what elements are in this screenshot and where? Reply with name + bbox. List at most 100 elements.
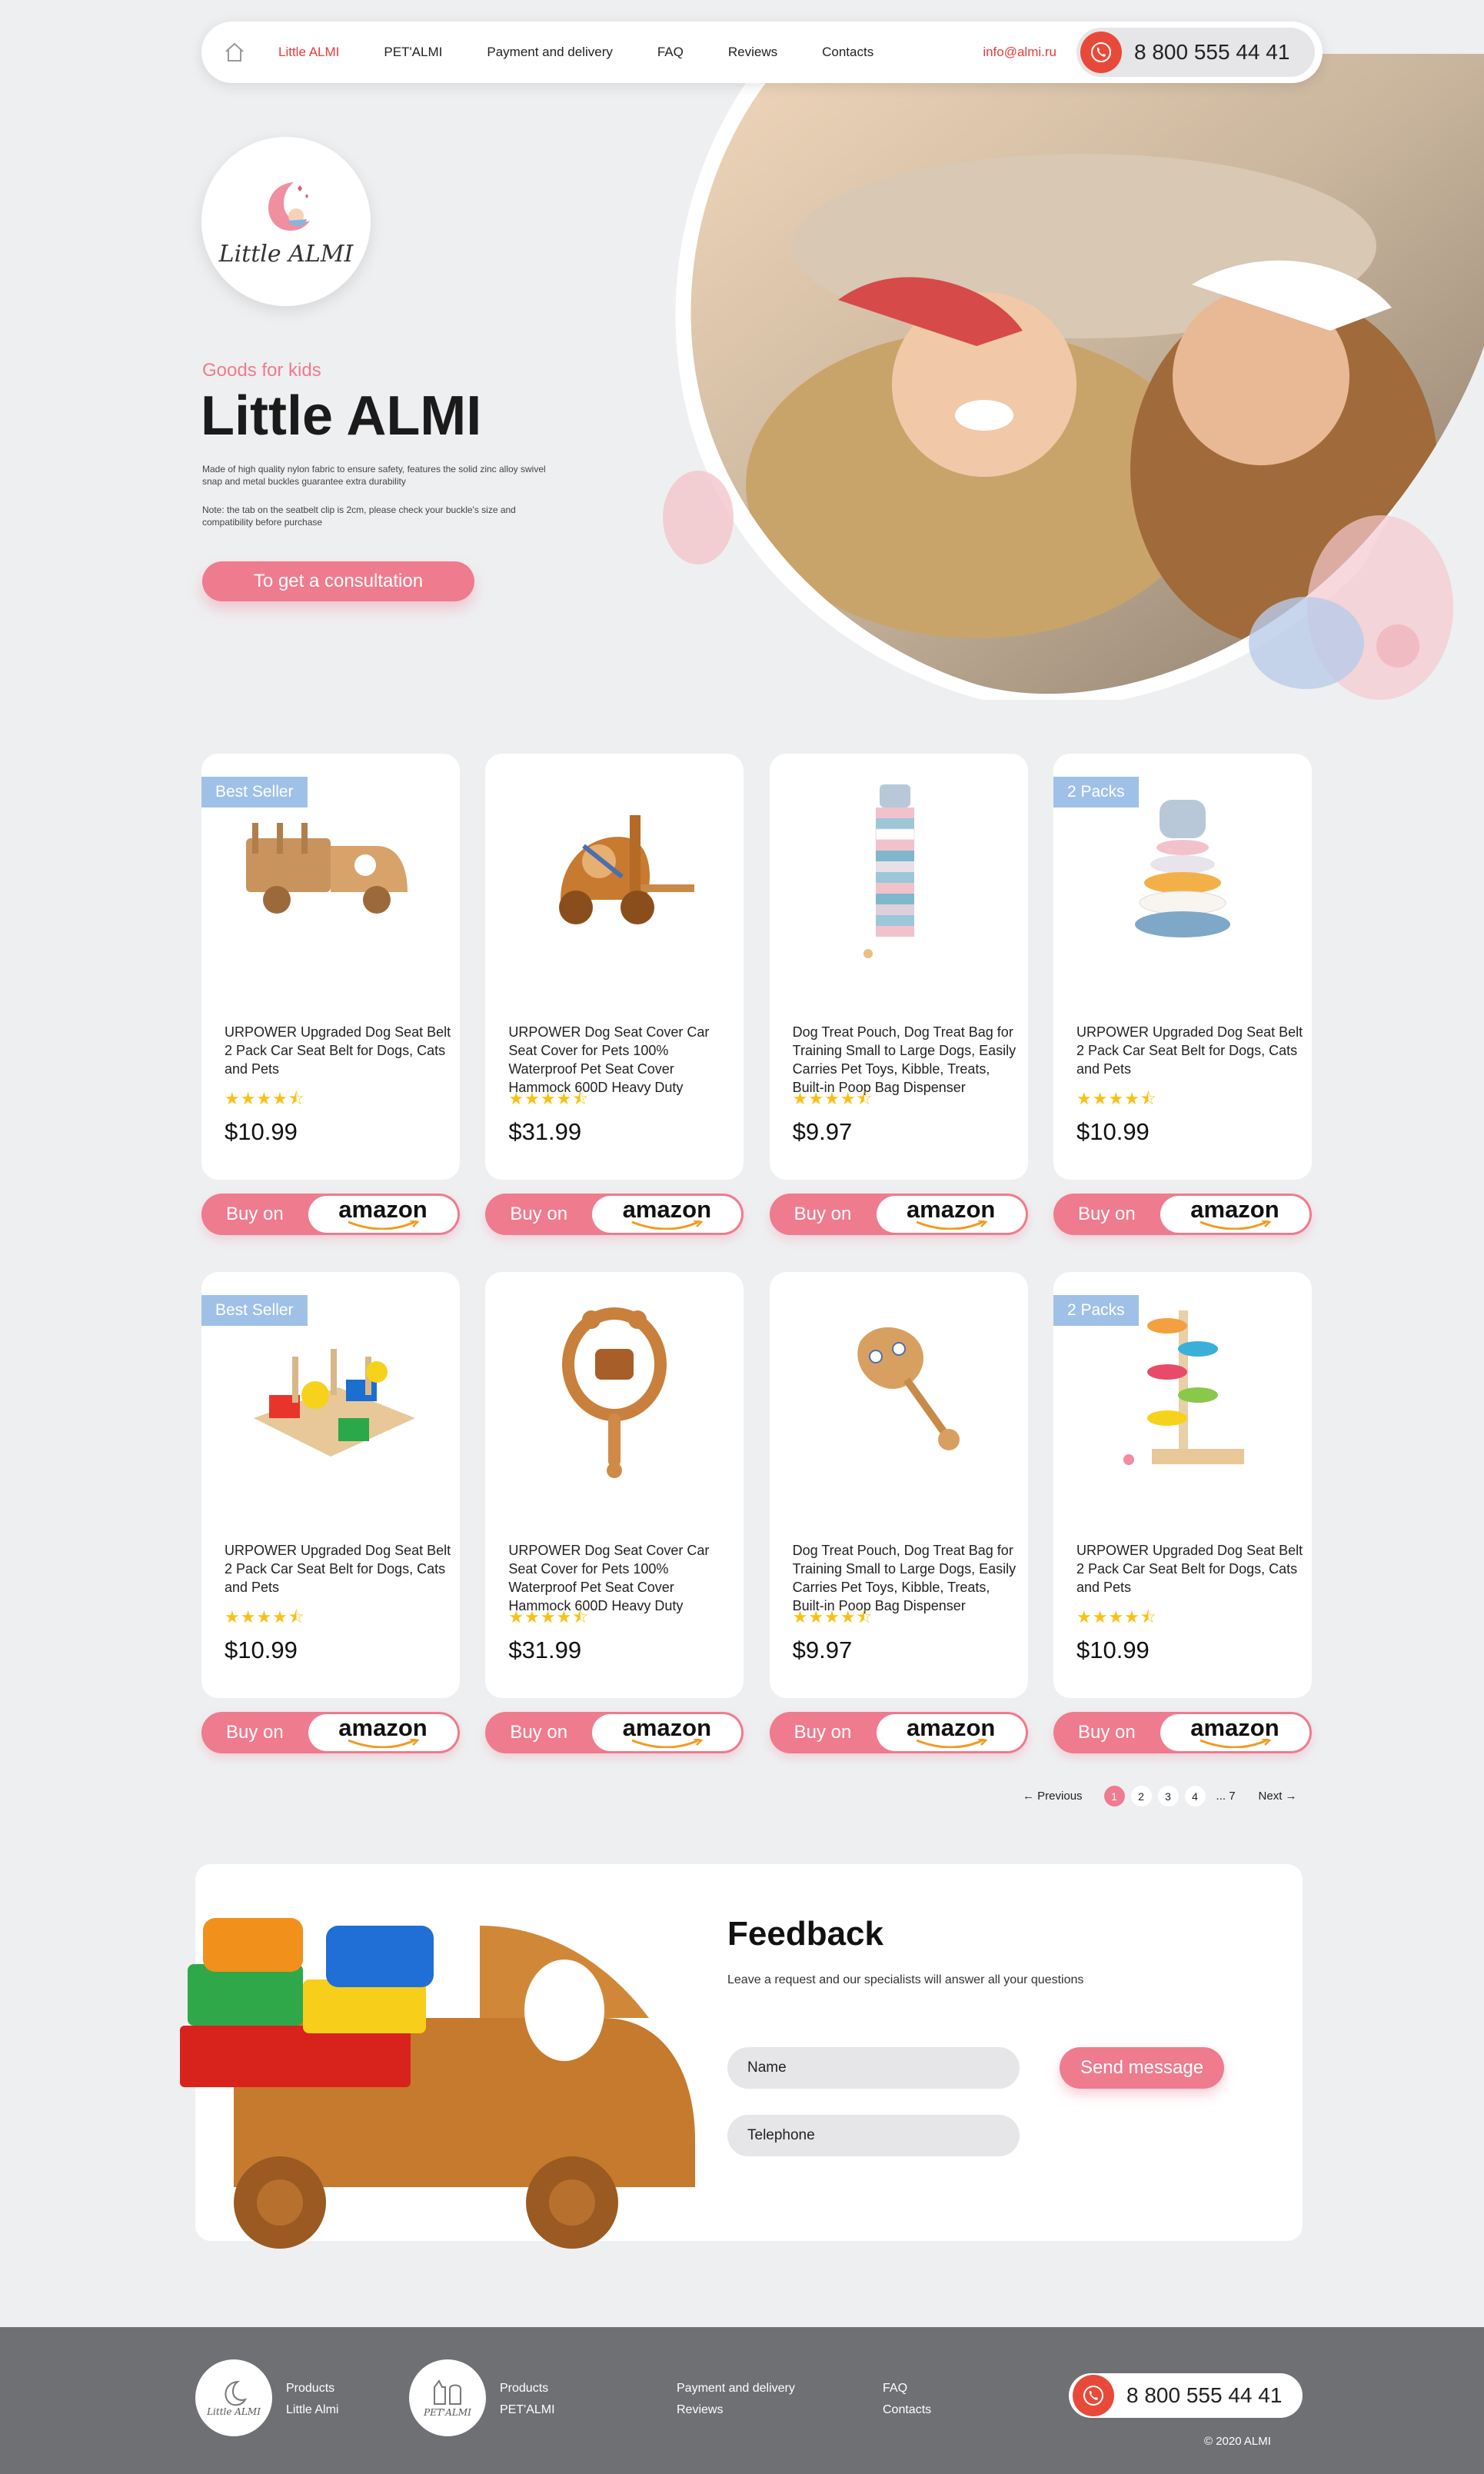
hero-subtitle: Goods for kids (202, 360, 321, 381)
product-column: URPOWER Dog Seat Cover Car Seat Cover fo… (485, 754, 744, 1235)
nav-links: Little ALMI PET'ALMI Payment and deliver… (278, 45, 918, 60)
amazon-smile-icon (916, 1220, 988, 1230)
name-input[interactable] (727, 2047, 1020, 2089)
footer-col-info: Payment and delivery Reviews (677, 2378, 795, 2421)
footer-link[interactable]: Payment and delivery (677, 2378, 795, 2399)
nav-link-little-almi[interactable]: Little ALMI (278, 45, 339, 60)
product-title[interactable]: URPOWER Upgraded Dog Seat Belt 2 Pack Ca… (1076, 1023, 1303, 1078)
amazon-smile-icon (631, 1739, 704, 1748)
pagination: ← Previous 1 2 3 4 ... 7 Next → (1023, 1786, 1297, 1806)
product-price: $31.99 (508, 1118, 582, 1145)
footer-link[interactable]: Contacts (883, 2399, 931, 2421)
moon-baby-icon (268, 181, 310, 231)
product-title[interactable]: URPOWER Upgraded Dog Seat Belt 2 Pack Ca… (225, 1023, 451, 1078)
footer-logo-petalmi-text: PET'ALMI (424, 2407, 471, 2418)
footer: Little ALMI Products Little Almi PET'ALM… (0, 2327, 1484, 2474)
phone-icon (1080, 32, 1122, 73)
product-card[interactable]: 2 Packs URPOWER Upgraded Dog Seat Belt 2… (1053, 1272, 1312, 1698)
pagination-previous-label: Previous (1037, 1790, 1083, 1803)
nav-link-payment[interactable]: Payment and delivery (487, 45, 612, 60)
buy-on-amazon-button[interactable]: Buy on amazon (769, 1194, 1028, 1235)
buy-on-amazon-button[interactable]: Buy on amazon (485, 1194, 744, 1235)
consultation-button[interactable]: To get a consultation (202, 561, 474, 601)
product-badge: Best Seller (201, 777, 308, 807)
product-grid: Best Seller URPOWER Upgraded Dog Seat Be… (201, 754, 1312, 1790)
nav-link-petalmi[interactable]: PET'ALMI (384, 45, 442, 60)
footer-link[interactable]: FAQ (883, 2378, 931, 2399)
product-card[interactable]: URPOWER Dog Seat Cover Car Seat Cover fo… (485, 1272, 744, 1698)
buy-label: Buy on (1077, 1204, 1136, 1224)
page-3[interactable]: 3 (1157, 1786, 1179, 1806)
amazon-smile-icon (916, 1739, 988, 1748)
product-card[interactable]: Best Seller URPOWER Upgraded Dog Seat Be… (201, 1272, 460, 1698)
amazon-smile-icon (1200, 1220, 1272, 1230)
nav-link-contacts[interactable]: Contacts (822, 45, 873, 60)
telephone-input[interactable] (727, 2115, 1020, 2156)
amazon-logo: amazon (1160, 1196, 1309, 1233)
footer-logo-little-almi[interactable]: Little ALMI (195, 2359, 272, 2436)
cat-dog-icon (434, 2379, 461, 2405)
page-1[interactable]: 1 (1103, 1786, 1125, 1806)
buy-on-amazon-button[interactable]: Buy on amazon (201, 1194, 460, 1235)
product-card[interactable]: 2 Packs URPOWER Upgraded Dog Seat Belt 2… (1053, 754, 1312, 1180)
pagination-next[interactable]: Next → (1259, 1790, 1297, 1803)
footer-col-little-almi: Products Little Almi (286, 2378, 338, 2421)
buy-label: Buy on (226, 1204, 284, 1224)
page-2[interactable]: 2 (1130, 1786, 1152, 1806)
home-icon[interactable] (221, 39, 248, 65)
footer-logo-petalmi[interactable]: PET'ALMI (409, 2359, 486, 2436)
footer-link[interactable]: Little Almi (286, 2399, 338, 2421)
buy-on-amazon-button[interactable]: Buy on amazon (1053, 1194, 1312, 1235)
hero-logo-text: Little ALMI (218, 240, 354, 268)
product-card[interactable]: Best Seller URPOWER Upgraded Dog Seat Be… (201, 754, 460, 1180)
nav-phone[interactable]: 8 800 555 44 41 (1076, 28, 1315, 77)
footer-link[interactable]: PET'ALMI (500, 2399, 555, 2421)
product-card[interactable]: Dog Treat Pouch, Dog Treat Bag for Train… (769, 754, 1028, 1180)
footer-link[interactable]: Reviews (677, 2399, 795, 2421)
send-message-button[interactable]: Send message (1060, 2047, 1224, 2089)
buy-on-amazon-button[interactable]: Buy on amazon (1053, 1712, 1312, 1753)
nav-link-reviews[interactable]: Reviews (728, 45, 777, 60)
product-card[interactable]: Dog Treat Pouch, Dog Treat Bag for Train… (769, 1272, 1028, 1698)
marble-tree-image (1123, 1310, 1244, 1465)
footer-phone-number: 8 800 555 44 41 (1126, 2383, 1283, 2407)
product-column: URPOWER Dog Seat Cover Car Seat Cover fo… (485, 1272, 744, 1753)
nav-link-faq[interactable]: FAQ (657, 45, 684, 60)
amazon-logo-text: amazon (1190, 1714, 1279, 1741)
product-title[interactable]: URPOWER Upgraded Dog Seat Belt 2 Pack Ca… (1076, 1541, 1303, 1597)
amazon-smile-icon (1200, 1739, 1272, 1748)
page-last[interactable]: ... 7 (1216, 1790, 1236, 1803)
top-nav: Little ALMI PET'ALMI Payment and deliver… (201, 22, 1323, 83)
product-price: $31.99 (508, 1637, 582, 1663)
footer-link[interactable]: Products (500, 2378, 555, 2399)
buy-on-amazon-button[interactable]: Buy on amazon (485, 1712, 744, 1753)
product-badge: Best Seller (201, 1295, 308, 1326)
star-rating: ★★★★⯪ (508, 1089, 590, 1108)
amazon-logo-text: amazon (906, 1714, 996, 1741)
amazon-logo: amazon (876, 1714, 1026, 1751)
product-price: $10.99 (225, 1118, 298, 1145)
amazon-smile-icon (631, 1220, 704, 1230)
footer-link[interactable]: Products (286, 2378, 338, 2399)
buy-on-amazon-button[interactable]: Buy on amazon (201, 1712, 460, 1753)
buy-on-amazon-button[interactable]: Buy on amazon (769, 1712, 1028, 1753)
amazon-logo: amazon (308, 1714, 458, 1751)
product-title[interactable]: URPOWER Upgraded Dog Seat Belt 2 Pack Ca… (225, 1541, 451, 1597)
page-4[interactable]: 4 (1184, 1786, 1206, 1806)
star-rating: ★★★★⯪ (1076, 1089, 1157, 1108)
hero-description: Made of high quality nylon fabric to ens… (202, 464, 546, 487)
bear-rattle-image (562, 1307, 667, 1478)
footer-phone[interactable]: 8 800 555 44 41 (1069, 2373, 1303, 2418)
amazon-logo: amazon (1160, 1714, 1309, 1751)
pagination-next-label: Next (1258, 1790, 1283, 1803)
hero-note: Note: the tab on the seatbelt clip is 2c… (202, 504, 516, 528)
product-card[interactable]: URPOWER Dog Seat Cover Car Seat Cover fo… (485, 754, 744, 1180)
feedback-section: Feedback Leave a request and our special… (180, 1864, 1303, 2249)
buy-label: Buy on (226, 1722, 284, 1743)
pagination-previous[interactable]: ← Previous (1023, 1790, 1083, 1803)
phone-icon (1073, 2375, 1114, 2416)
product-row: Best Seller URPOWER Upgraded Dog Seat Be… (201, 754, 1312, 1235)
amazon-logo-text: amazon (338, 1196, 428, 1223)
nav-email[interactable]: info@almi.ru (983, 45, 1056, 60)
buy-label: Buy on (794, 1722, 852, 1743)
